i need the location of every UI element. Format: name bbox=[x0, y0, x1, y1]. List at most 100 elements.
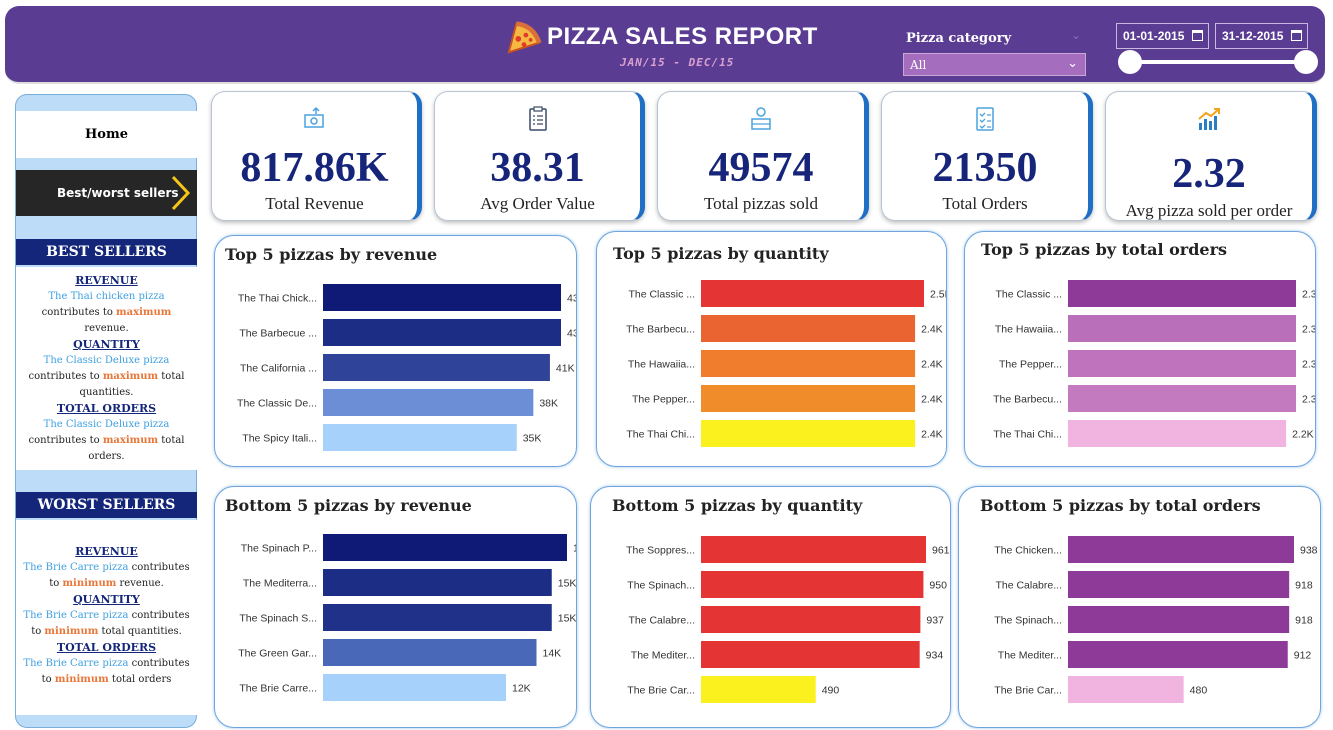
kpi-value: 38.31 bbox=[490, 145, 585, 191]
bar[interactable] bbox=[323, 569, 552, 596]
bar[interactable] bbox=[323, 674, 506, 701]
bar[interactable] bbox=[323, 389, 534, 416]
category-dropdown[interactable]: All ⌄ bbox=[903, 53, 1086, 76]
bar-category-label: The California ... bbox=[240, 363, 317, 375]
chart-bottom-revenue: The Spinach P... 16K The Mediterra... 15K Th… bbox=[238, 534, 576, 701]
worst-quantity-text-end: total quantities. bbox=[98, 626, 182, 637]
bar[interactable] bbox=[1068, 571, 1290, 598]
bar-category-label: The Barbecu... bbox=[626, 324, 695, 336]
bar[interactable] bbox=[701, 536, 926, 563]
bar[interactable] bbox=[1068, 420, 1287, 447]
bar[interactable] bbox=[701, 606, 921, 633]
bar[interactable] bbox=[701, 350, 916, 377]
kpi-card-total-revenue: 817.86K Total Revenue bbox=[211, 91, 422, 221]
bar[interactable] bbox=[323, 639, 537, 666]
best-revenue-pizza: The Thai chicken pizza bbox=[48, 291, 165, 302]
bar-category-label: The Barbecue ... bbox=[239, 328, 317, 340]
bar[interactable] bbox=[701, 280, 924, 307]
bar-value-label: 934 bbox=[926, 650, 944, 662]
start-date-value: 01-01-2015 bbox=[1123, 29, 1185, 43]
bar[interactable] bbox=[701, 385, 916, 412]
bar-value-label: 2.4K bbox=[921, 359, 943, 371]
bar[interactable] bbox=[701, 676, 816, 703]
chart-top-orders: The Classic ... 2.3K The Hawaiia... 2.3K The… bbox=[993, 280, 1315, 447]
best-quantity-emphasis: maximum bbox=[102, 371, 159, 382]
bar[interactable] bbox=[1068, 536, 1294, 563]
pizza-icon bbox=[507, 21, 542, 54]
worst-revenue-text-end: revenue. bbox=[116, 578, 164, 589]
bar-category-label: The Mediter... bbox=[998, 650, 1062, 662]
kpi-label: Total Orders bbox=[942, 194, 1028, 213]
nav-best-worst-button[interactable]: Best/worst sellers bbox=[16, 170, 197, 216]
category-filter-label: Pizza category bbox=[906, 31, 1012, 46]
bar[interactable] bbox=[323, 424, 517, 451]
bar[interactable] bbox=[701, 420, 916, 447]
clipboard-icon bbox=[528, 106, 547, 131]
bar-category-label: The Spicy Itali... bbox=[242, 433, 317, 445]
date-slider-start-handle[interactable] bbox=[1118, 50, 1142, 74]
chart-card-top-quantity: Top 5 pizzas by quantity The Classic ...… bbox=[596, 231, 947, 467]
bar[interactable] bbox=[323, 354, 550, 381]
bar-value-label: 43K bbox=[567, 293, 576, 305]
title-group: PIZZA SALES REPORT bbox=[505, 18, 818, 56]
bar-category-label: The Calabre... bbox=[995, 580, 1062, 592]
bar[interactable] bbox=[701, 315, 916, 342]
bar-value-label: 14K bbox=[543, 648, 562, 660]
bar-value-label: 41K bbox=[556, 363, 575, 375]
worst-revenue-title: REVENUE bbox=[75, 545, 138, 558]
chart-card-bottom-quantity: Bottom 5 pizzas by quantity The Soppres.… bbox=[590, 486, 951, 728]
bar-category-label: The Thai Chi... bbox=[626, 429, 695, 441]
worst-sellers-panel: REVENUE The Brie Carre pizza contributes… bbox=[16, 520, 197, 715]
date-slider-end-handle[interactable] bbox=[1294, 50, 1318, 74]
worst-orders-emphasis: minimum bbox=[54, 674, 109, 685]
bar[interactable] bbox=[701, 571, 924, 598]
best-sellers-panel: REVENUE The Thai chicken pizza contribut… bbox=[16, 267, 197, 470]
bar-value-label: 2.4K bbox=[921, 429, 943, 441]
bar[interactable] bbox=[1068, 641, 1288, 668]
chart-top-quantity: The Classic ... 2.5K The Barbecu... 2.4K The… bbox=[626, 280, 946, 447]
bar-category-label: The Pepper... bbox=[999, 359, 1062, 371]
bar[interactable] bbox=[1068, 350, 1296, 377]
chevron-down-icon[interactable]: ⌄ bbox=[1071, 28, 1081, 42]
bar[interactable] bbox=[1068, 315, 1296, 342]
date-slider-track[interactable] bbox=[1130, 60, 1306, 64]
bar-value-label: 2.3K bbox=[1302, 359, 1315, 371]
calendar-icon[interactable] bbox=[1192, 30, 1203, 41]
bar-category-label: The Hawaiia... bbox=[995, 324, 1062, 336]
bar[interactable] bbox=[1068, 385, 1296, 412]
kpi-card-total-orders: 21350 Total Orders bbox=[881, 91, 1093, 221]
kpi-card-avg-order-value: 38.31 Avg Order Value bbox=[434, 91, 645, 221]
chart-card-bottom-orders: Bottom 5 pizzas by total orders The Chic… bbox=[958, 486, 1321, 728]
bar-category-label: The Brie Carre... bbox=[239, 683, 317, 695]
kpi-value: 817.86K bbox=[240, 145, 389, 191]
chart-card-bottom-revenue: Bottom 5 pizzas by revenue The Spinach P… bbox=[214, 486, 577, 728]
worst-quantity-emphasis: minimum bbox=[44, 626, 99, 637]
bar[interactable] bbox=[1068, 676, 1184, 703]
bar[interactable] bbox=[323, 319, 561, 346]
bar-value-label: 961 bbox=[932, 545, 950, 557]
calendar-icon[interactable] bbox=[1291, 30, 1302, 41]
kpi-value: 2.32 bbox=[1172, 151, 1246, 197]
bar-value-label: 918 bbox=[1295, 615, 1313, 627]
bar-category-label: The Spinach S... bbox=[239, 613, 317, 625]
bar[interactable] bbox=[1068, 606, 1290, 633]
bar[interactable] bbox=[323, 534, 567, 561]
bar-category-label: The Pepper... bbox=[632, 394, 695, 406]
bar-value-label: 490 bbox=[822, 685, 840, 697]
bar[interactable] bbox=[1068, 280, 1296, 307]
date-range-subtitle: JAN/15 - DEC/15 bbox=[620, 56, 735, 69]
checklist-icon bbox=[976, 107, 994, 131]
bar[interactable] bbox=[323, 604, 552, 631]
kpi-value: 21350 bbox=[932, 145, 1038, 191]
start-date-input[interactable]: 01-01-2015 bbox=[1116, 23, 1209, 49]
bar-value-label: 12K bbox=[512, 683, 531, 695]
bar[interactable] bbox=[323, 284, 561, 311]
best-revenue-text-end: revenue. bbox=[84, 323, 129, 334]
nav-home-button[interactable]: Home bbox=[16, 111, 197, 158]
bar[interactable] bbox=[701, 641, 920, 668]
best-quantity-text: contributes to bbox=[28, 371, 103, 382]
kpi-label: Total Revenue bbox=[265, 194, 364, 213]
end-date-input[interactable]: 31-12-2015 bbox=[1215, 23, 1308, 49]
money-icon bbox=[303, 106, 324, 128]
kpi-label: Avg pizza sold per order bbox=[1125, 201, 1293, 220]
